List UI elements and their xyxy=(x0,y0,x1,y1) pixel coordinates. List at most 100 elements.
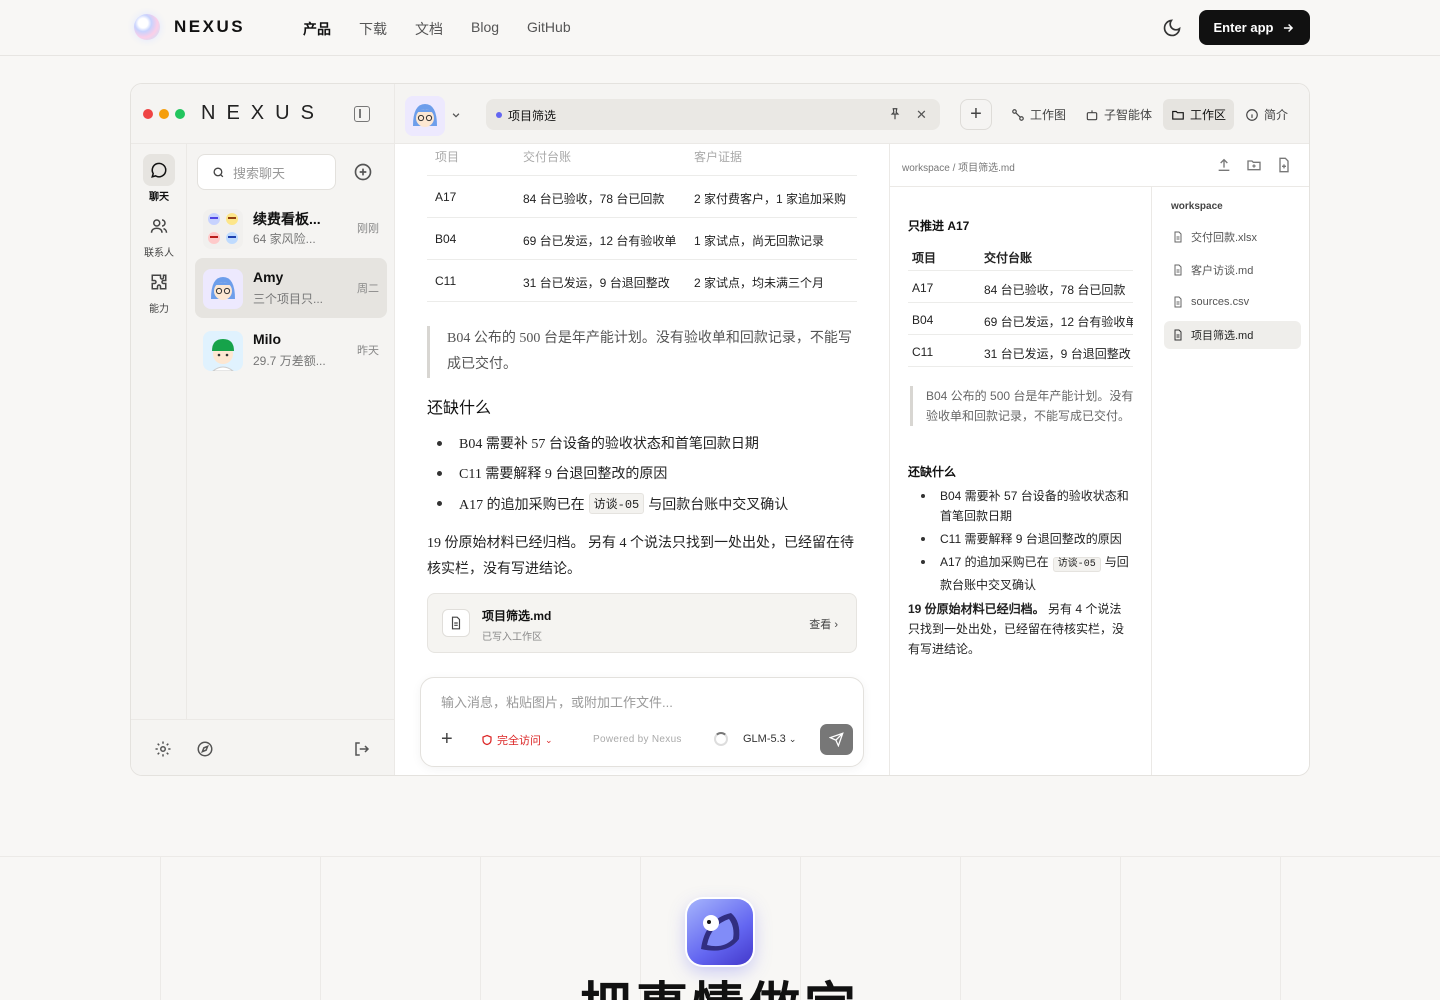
file-item[interactable]: 项目筛选.md xyxy=(1164,321,1301,349)
brand[interactable]: NEXUS xyxy=(134,14,245,40)
new-tab-button[interactable]: + xyxy=(960,99,992,130)
rail-item-contacts[interactable]: 联系人 xyxy=(137,210,181,259)
chat-name: 续费看板... xyxy=(253,211,321,227)
doc-summary-bold: 19 份原始材料已经归档。 xyxy=(908,602,1045,616)
nav-link-github[interactable]: GitHub xyxy=(527,19,571,39)
collapse-sidebar-icon[interactable] xyxy=(354,106,370,122)
table-header: 交付台账 xyxy=(523,150,572,164)
brand-name: NEXUS xyxy=(174,17,246,36)
doc-missing-heading: 还缺什么 xyxy=(908,465,957,479)
rail-item-capabilities[interactable]: 能力 xyxy=(137,266,181,315)
file-item[interactable]: 客户访谈.md xyxy=(1164,256,1301,284)
file-icon xyxy=(1174,296,1182,308)
app-logo-icon xyxy=(687,899,753,965)
chat-preview: 三个项目只... xyxy=(253,292,324,306)
rail-item-chat[interactable]: 聊天 xyxy=(137,154,181,203)
info-icon xyxy=(1246,108,1258,121)
group-avatar xyxy=(203,209,243,249)
list-item: A17 的追加采购已在 访谈-05 与回款台账中交叉确认 xyxy=(437,493,788,514)
conversation-toolbar: 项目筛选 ✕ + 工作图 子智能体 工作区 简介 xyxy=(395,84,1309,144)
workspace-panel: workspace / 项目筛选.md 只推进 A17 项目 交付台账 A17 … xyxy=(889,144,1309,775)
model-label: GLM-5.3 xyxy=(743,733,786,745)
list-item-text: C11 需要解释 9 台退回整改的原因 xyxy=(940,532,1122,546)
view-file-link[interactable]: 查看 › xyxy=(809,616,838,632)
table-cell: A17 xyxy=(435,190,457,204)
doc-table: 项目 交付台账 A17 84 台已验收，78 台已回款 B04 69 台已发运，… xyxy=(908,239,1133,367)
table-row: C11 31 台已发运，9 台退回整改 2 家试点，均未满三个月 xyxy=(427,260,857,302)
table-header: 客户证据 xyxy=(694,150,743,164)
table-header: 项目 xyxy=(435,150,460,164)
list-item: B04 需要补 57 台设备的验收状态和首笔回款日期 xyxy=(920,486,1134,526)
nav-link-download[interactable]: 下载 xyxy=(359,19,387,39)
file-status: 已写入工作区 xyxy=(482,632,542,643)
search-placeholder: 搜索聊天 xyxy=(233,165,286,181)
app-wordmark: NEXUS xyxy=(201,102,325,124)
rail-label-capabilities: 能力 xyxy=(149,304,169,315)
chevron-down-icon: ⌄ xyxy=(788,734,797,744)
upload-icon[interactable] xyxy=(1216,157,1232,173)
settings-gear-icon[interactable] xyxy=(154,740,172,758)
toolbar-workspace[interactable]: 工作区 xyxy=(1163,99,1235,130)
close-window-dot[interactable] xyxy=(143,109,153,119)
attach-plus-icon[interactable]: + xyxy=(441,728,453,751)
table-cell: 31 台已发运，9 台退回整改 xyxy=(523,276,670,290)
table-cell: C11 xyxy=(435,274,457,288)
enter-app-button[interactable]: Enter app xyxy=(1199,10,1310,45)
toolbar-subagent-label: 子智能体 xyxy=(1104,108,1153,122)
file-card[interactable]: 项目筛选.md 已写入工作区 查看 › xyxy=(427,593,857,653)
app-window: NEXUS 聊天 联系人 能力 搜索聊天 续费看板... 64 家风险... 刚… xyxy=(130,83,1310,776)
send-button[interactable] xyxy=(820,724,853,755)
chat-preview: 64 家风险... xyxy=(253,232,316,246)
file-icon xyxy=(1174,231,1182,243)
theme-toggle-moon-icon[interactable] xyxy=(1162,18,1182,38)
new-chat-plus-icon[interactable] xyxy=(353,162,373,182)
conversation-tab[interactable]: 项目筛选 ✕ xyxy=(486,99,940,130)
toolbar-intro-label: 简介 xyxy=(1264,108,1289,122)
chat-list-item[interactable]: Amy 三个项目只... 周二 xyxy=(195,258,387,318)
model-select[interactable]: GLM-5.3 ⌄ xyxy=(743,733,796,745)
minimize-window-dot[interactable] xyxy=(159,109,169,119)
sidebar-footer xyxy=(131,719,395,775)
milo-avatar xyxy=(203,331,243,371)
table-header-row: 项目 交付台账 客户证据 xyxy=(427,144,857,176)
toolbar-workgraph-label: 工作图 xyxy=(1030,108,1067,122)
agent-avatar[interactable] xyxy=(405,96,445,136)
toolbar-workgraph[interactable]: 工作图 xyxy=(1003,99,1074,130)
list-item: C11 需要解释 9 台退回整改的原因 xyxy=(437,463,667,483)
file-icon xyxy=(1174,329,1182,341)
pin-icon[interactable] xyxy=(888,107,902,121)
new-folder-icon[interactable] xyxy=(1246,157,1262,173)
nav-link-docs[interactable]: 文档 xyxy=(415,19,443,39)
file-name: 项目筛选.md xyxy=(1191,330,1254,342)
shield-icon xyxy=(482,734,492,746)
table-cell: A17 xyxy=(912,281,934,295)
maximize-window-dot[interactable] xyxy=(175,109,185,119)
toolbar-subagent[interactable]: 子智能体 xyxy=(1077,99,1160,130)
logout-icon[interactable] xyxy=(353,740,371,758)
document-icon xyxy=(442,609,470,637)
chevron-down-icon[interactable] xyxy=(451,110,461,120)
amy-avatar xyxy=(203,269,243,309)
compass-icon[interactable] xyxy=(196,740,214,758)
nav-link-blog[interactable]: Blog xyxy=(471,19,499,39)
message-input[interactable]: 输入消息，粘贴图片，或附加工作文件... xyxy=(441,692,673,711)
new-file-icon[interactable] xyxy=(1276,157,1292,173)
file-item[interactable]: sources.csv xyxy=(1164,288,1301,316)
toolbar-intro[interactable]: 简介 xyxy=(1237,99,1296,130)
access-level-dropdown[interactable]: 完全访问 ⌄ xyxy=(481,732,553,748)
close-tab-icon[interactable]: ✕ xyxy=(916,107,927,123)
chat-list-item[interactable]: Milo 29.7 万差额... 昨天 xyxy=(195,320,387,380)
nav-link-product[interactable]: 产品 xyxy=(303,19,331,39)
file-item[interactable]: 交付回款.xlsx xyxy=(1164,223,1301,251)
list-item-text: A17 的追加采购已在 xyxy=(940,555,1049,569)
window-controls xyxy=(143,109,185,119)
table-header: 项目 xyxy=(912,251,937,265)
summary-paragraph: 19 份原始材料已经归档。 另有 4 个说法只找到一处出处，已经留在待核实栏，没… xyxy=(427,536,854,577)
rail-label-chat: 聊天 xyxy=(149,192,169,203)
nav-rail: 聊天 联系人 能力 xyxy=(131,144,187,719)
table-cell: 2 家付费客户，1 家追加采购 xyxy=(694,192,847,206)
file-name: 项目筛选.md xyxy=(482,609,552,623)
search-chats-input[interactable]: 搜索聊天 xyxy=(197,154,336,190)
list-item: C11 需要解释 9 台退回整改的原因 xyxy=(920,529,1134,549)
chat-list-item[interactable]: 续费看板... 64 家风险... 刚刚 xyxy=(195,198,387,258)
